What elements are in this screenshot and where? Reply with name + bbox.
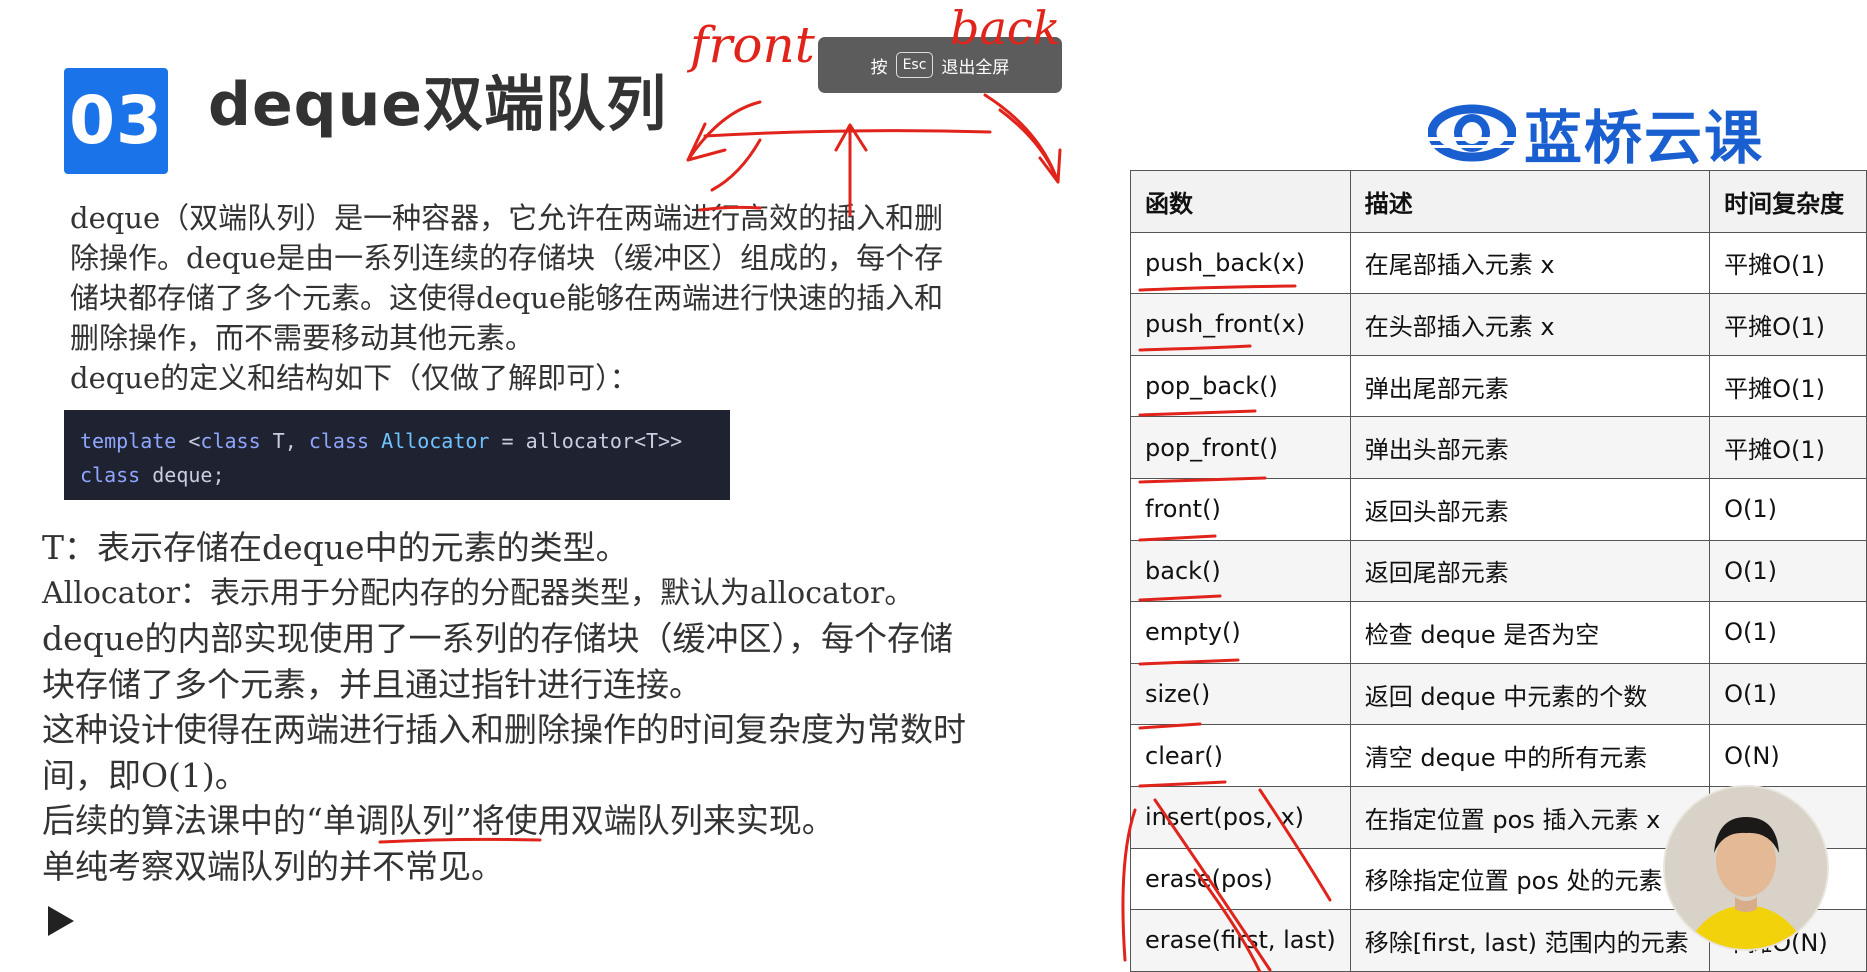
header-function: 函数 bbox=[1130, 170, 1351, 233]
toast-prefix: 按 bbox=[870, 57, 888, 78]
cell-complexity: 平摊O(1) bbox=[1709, 231, 1867, 295]
table-row: pop_front() 弹出头部元素 平摊O(1) bbox=[1130, 416, 1867, 479]
table-row: size() 返回 deque 中元素的个数 O(1) bbox=[1130, 662, 1867, 726]
ink-front-down bbox=[710, 138, 762, 192]
table-row: front() 返回头部元素 O(1) bbox=[1130, 477, 1867, 541]
table-row: clear() 清空 deque 中的所有元素 O(N) bbox=[1130, 724, 1867, 787]
intro-paragraph: deque（双端队列）是一种容器，它允许在两端进行高效的插入和删 除操作。deq… bbox=[70, 198, 1080, 398]
presenter-avatar-icon bbox=[1665, 787, 1827, 949]
lanqiao-logo: 蓝桥云课 bbox=[1428, 102, 1764, 172]
cell-function: pop_back() bbox=[1130, 354, 1351, 418]
ink-horizontal-line bbox=[703, 129, 992, 138]
intro-line: deque的定义和结构如下（仅做了解即可）： bbox=[70, 361, 639, 395]
header-complexity: 时间复杂度 bbox=[1709, 170, 1867, 233]
cell-complexity: O(1) bbox=[1709, 662, 1867, 726]
intro-line: 删除操作，而不需要移动其他元素。 bbox=[70, 321, 535, 355]
detail-line: 单纯考察双端队列的并不常见。 bbox=[42, 846, 504, 886]
cell-function: empty() bbox=[1130, 601, 1351, 664]
cell-function: push_back(x) bbox=[1130, 231, 1351, 295]
fullscreen-exit-toast: 按 Esc 退出全屏 bbox=[818, 37, 1062, 93]
code-block: template <class T, class Allocator = all… bbox=[64, 410, 730, 500]
intro-line: 储块都存储了多个元素。这使得deque能够在两端进行快速的插入和 bbox=[70, 281, 944, 315]
cell-function: clear() bbox=[1130, 724, 1351, 787]
intro-line: deque（双端队列）是一种容器，它允许在两端进行高效的插入和删 bbox=[70, 201, 944, 235]
detail-line: 后续的算法课中的“单调队列”将使用双端队列来实现。 bbox=[42, 801, 835, 840]
cell-description: 在指定位置 pos 插入元素 x bbox=[1349, 785, 1711, 849]
cell-description: 弹出头部元素 bbox=[1349, 416, 1711, 479]
table-row: back() 返回尾部元素 O(1) bbox=[1130, 539, 1867, 603]
cell-function: push_front(x) bbox=[1130, 293, 1351, 356]
cell-description: 返回 deque 中元素的个数 bbox=[1349, 662, 1711, 726]
cell-description: 在头部插入元素 x bbox=[1349, 293, 1711, 356]
cell-complexity: O(1) bbox=[1709, 477, 1867, 541]
cell-complexity: 平摊O(1) bbox=[1709, 293, 1867, 356]
cell-description: 清空 deque 中的所有元素 bbox=[1349, 724, 1711, 787]
cell-complexity: O(N) bbox=[1709, 724, 1867, 787]
cell-function: insert(pos, x) bbox=[1130, 785, 1351, 849]
detail-line: 块存储了多个元素，并且通过指针进行连接。 bbox=[42, 664, 702, 704]
cell-function: pop_front() bbox=[1130, 416, 1351, 479]
slide-title: deque双端队列 bbox=[208, 70, 667, 140]
ink-left-arrow bbox=[686, 100, 762, 162]
table-row: push_back(x) 在尾部插入元素 x 平摊O(1) bbox=[1130, 231, 1867, 295]
cell-description: 返回头部元素 bbox=[1349, 477, 1711, 541]
cell-description: 移除[first, last) 范围内的元素 bbox=[1349, 909, 1711, 972]
presenter-webcam bbox=[1665, 787, 1827, 949]
cell-complexity: 平摊O(1) bbox=[1709, 354, 1867, 418]
detail-line: deque的内部实现使用了一系列的存储块（缓冲区），每个存储 bbox=[42, 619, 954, 658]
play-icon[interactable] bbox=[48, 906, 74, 936]
cell-complexity: 平摊O(1) bbox=[1709, 416, 1867, 479]
cell-function: size() bbox=[1130, 662, 1351, 726]
code-line-2: class deque; bbox=[80, 463, 225, 487]
cell-complexity: O(1) bbox=[1709, 601, 1867, 664]
logo-text: 蓝桥云课 bbox=[1524, 104, 1765, 172]
cell-function: erase(first, last) bbox=[1130, 909, 1351, 972]
ink-back-down bbox=[998, 108, 1057, 177]
table-header-row: 函数 描述 时间复杂度 bbox=[1130, 170, 1867, 233]
cell-complexity: O(1) bbox=[1709, 539, 1867, 603]
intro-line: 除操作。deque是由一系列连续的存储块（缓冲区）组成的，每个存 bbox=[70, 241, 944, 275]
cell-description: 返回尾部元素 bbox=[1349, 539, 1711, 603]
table-row: empty() 检查 deque 是否为空 O(1) bbox=[1130, 601, 1867, 664]
cell-function: front() bbox=[1130, 477, 1351, 541]
details-paragraph: T：表示存储在deque中的元素的类型。 Allocator：表示用于分配内存的… bbox=[42, 525, 1122, 889]
section-number-badge: 03 bbox=[64, 68, 168, 174]
cell-description: 移除指定位置 pos 处的元素 bbox=[1349, 847, 1711, 911]
ink-front-label: front bbox=[686, 16, 816, 74]
lanqiao-logo-icon bbox=[1428, 104, 1516, 162]
detail-line: Allocator：表示用于分配内存的分配器类型，默认为allocator。 bbox=[42, 575, 915, 611]
table-row: push_front(x) 在头部插入元素 x 平摊O(1) bbox=[1130, 293, 1867, 356]
toast-suffix: 退出全屏 bbox=[941, 57, 1010, 78]
detail-line: T：表示存储在deque中的元素的类型。 bbox=[42, 528, 629, 567]
cell-function: erase(pos) bbox=[1130, 847, 1351, 911]
header-description: 描述 bbox=[1349, 170, 1711, 233]
cell-description: 弹出尾部元素 bbox=[1349, 354, 1711, 418]
cell-function: back() bbox=[1130, 539, 1351, 603]
cell-description: 检查 deque 是否为空 bbox=[1349, 601, 1711, 664]
table-row: pop_back() 弹出尾部元素 平摊O(1) bbox=[1130, 354, 1867, 418]
ink-right-arrow bbox=[983, 93, 1062, 184]
detail-line: 这种设计使得在两端进行插入和删除操作的时间复杂度为常数时 bbox=[42, 710, 966, 749]
detail-line: 间，即O(1)。 bbox=[42, 755, 248, 795]
cell-description: 在尾部插入元素 x bbox=[1349, 231, 1711, 295]
esc-key-hint[interactable]: Esc bbox=[895, 52, 934, 78]
code-line-1: template <class T, class Allocator = all… bbox=[80, 429, 683, 453]
